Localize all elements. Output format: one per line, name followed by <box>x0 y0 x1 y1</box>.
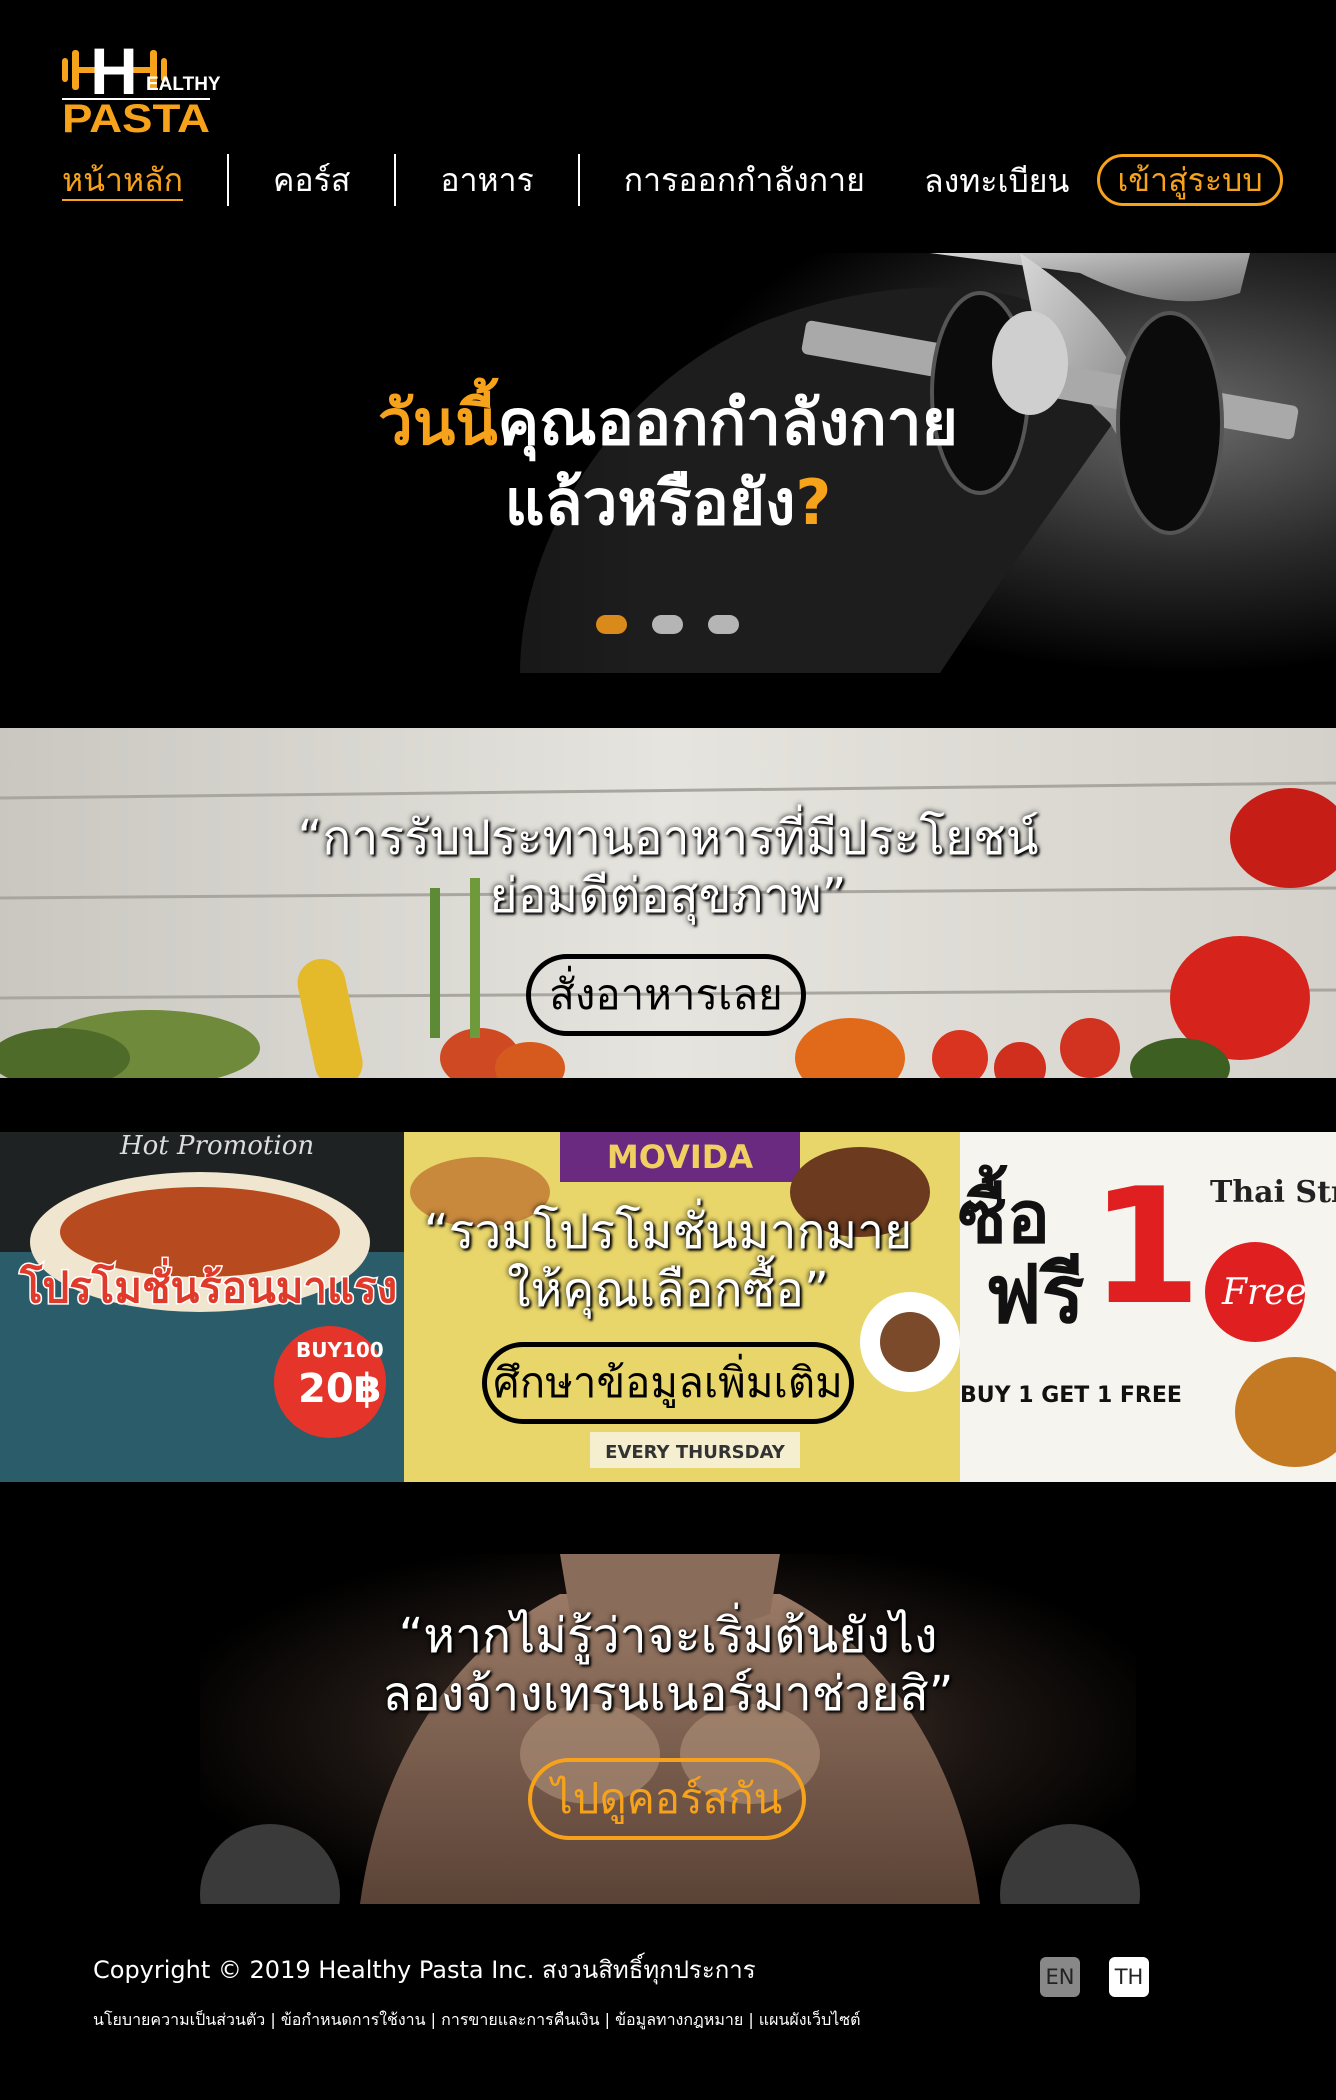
promo-left-top-text: Hot Promotion <box>119 1132 314 1161</box>
promo-left-buy-text: BUY100 <box>296 1338 384 1362</box>
promo-mid-top-text: MOVIDA <box>607 1138 753 1176</box>
trainer-banner-line1: “หากไม่รู้ว่าจะเริ่มต้นยังไง <box>398 1608 938 1664</box>
food-banner-line1: “การรับประทานอาหารที่มีประโยชน์ <box>297 810 1039 866</box>
language-en-button[interactable]: EN <box>1040 1957 1080 1997</box>
hero-title-main: แล้วหรือยัง <box>504 466 796 539</box>
trainer-banner-line2: ลองจ้างเทรนเนอร์มาช่วยสิ” <box>382 1666 954 1722</box>
hero-title-line2: แล้วหรือยัง? <box>0 463 1336 543</box>
hero-question-mark: ? <box>795 466 832 539</box>
food-banner-line2: ย่อมดีต่อสุขภาพ” <box>489 868 847 924</box>
footer-links[interactable]: นโยบายความเป็นส่วนตัว | ข้อกำหนดการใช้งา… <box>93 2008 861 2033</box>
language-th-button[interactable]: TH <box>1109 1957 1149 1997</box>
promo-banner-line1: “รวมโปรโมชั่นมากมาย <box>423 1204 913 1260</box>
logo-bottom-text: PASTA <box>62 97 210 136</box>
copyright-text: Copyright © 2019 Healthy Pasta Inc. สงวน… <box>93 1956 756 1984</box>
food-banner: “การรับประทานอาหารที่มีประโยชน์ ย่อมดีต่… <box>0 728 1336 1078</box>
main-nav: หน้าหลัก คอร์ส อาหาร การออกกำลังกาย <box>62 150 909 210</box>
nav-item-exercise[interactable]: การออกกำลังกาย <box>577 154 909 206</box>
logo-top-text: EALTHY <box>146 74 221 95</box>
hero-title-rest: คุณออกกำลังกาย <box>497 386 958 459</box>
trainer-banner: “หากไม่รู้ว่าจะเริ่มต้นยังไง ลองจ้างเทรน… <box>0 1554 1336 1904</box>
slider-dot-1[interactable] <box>596 615 627 634</box>
view-courses-button[interactable]: ไปดูคอร์สกัน <box>528 1758 806 1840</box>
nav-item-home[interactable]: หน้าหลัก <box>62 154 227 206</box>
order-food-button[interactable]: สั่งอาหารเลย <box>526 954 806 1036</box>
login-button[interactable]: เข้าสู่ระบบ <box>1097 154 1283 206</box>
healthy-pasta-logo[interactable]: H EALTHY PASTA <box>62 32 222 141</box>
slider-dot-2[interactable] <box>652 615 683 634</box>
hero-title-line1: วันนี้คุณออกกำลังกาย <box>0 383 1336 463</box>
register-link[interactable]: ลงทะเบียน <box>924 156 1069 207</box>
promotion-banner: Hot Promotion โปรโมชั่นร้อนมาแรง BUY100 … <box>0 1132 1336 1482</box>
promo-right-offer-text: BUY 1 GET 1 FREE <box>960 1383 1182 1408</box>
promo-mid-bottom-text: EVERY THURSDAY <box>605 1442 786 1463</box>
slider-dot-3[interactable] <box>708 615 739 634</box>
nav-item-food[interactable]: อาหาร <box>394 154 577 206</box>
promo-banner-line2: ให้คุณเลือกซื้อ” <box>507 1262 829 1318</box>
slider-dots <box>596 615 739 634</box>
hero-slider: วันนี้คุณออกกำลังกาย แล้วหรือยัง? <box>0 253 1336 673</box>
learn-more-button[interactable]: ศึกษาข้อมูลเพิ่มเติม <box>482 1342 854 1424</box>
hero-title-accent: วันนี้ <box>378 386 498 459</box>
nav-item-courses[interactable]: คอร์ส <box>227 154 394 206</box>
promo-left-price-text: 20฿ <box>298 1366 382 1412</box>
